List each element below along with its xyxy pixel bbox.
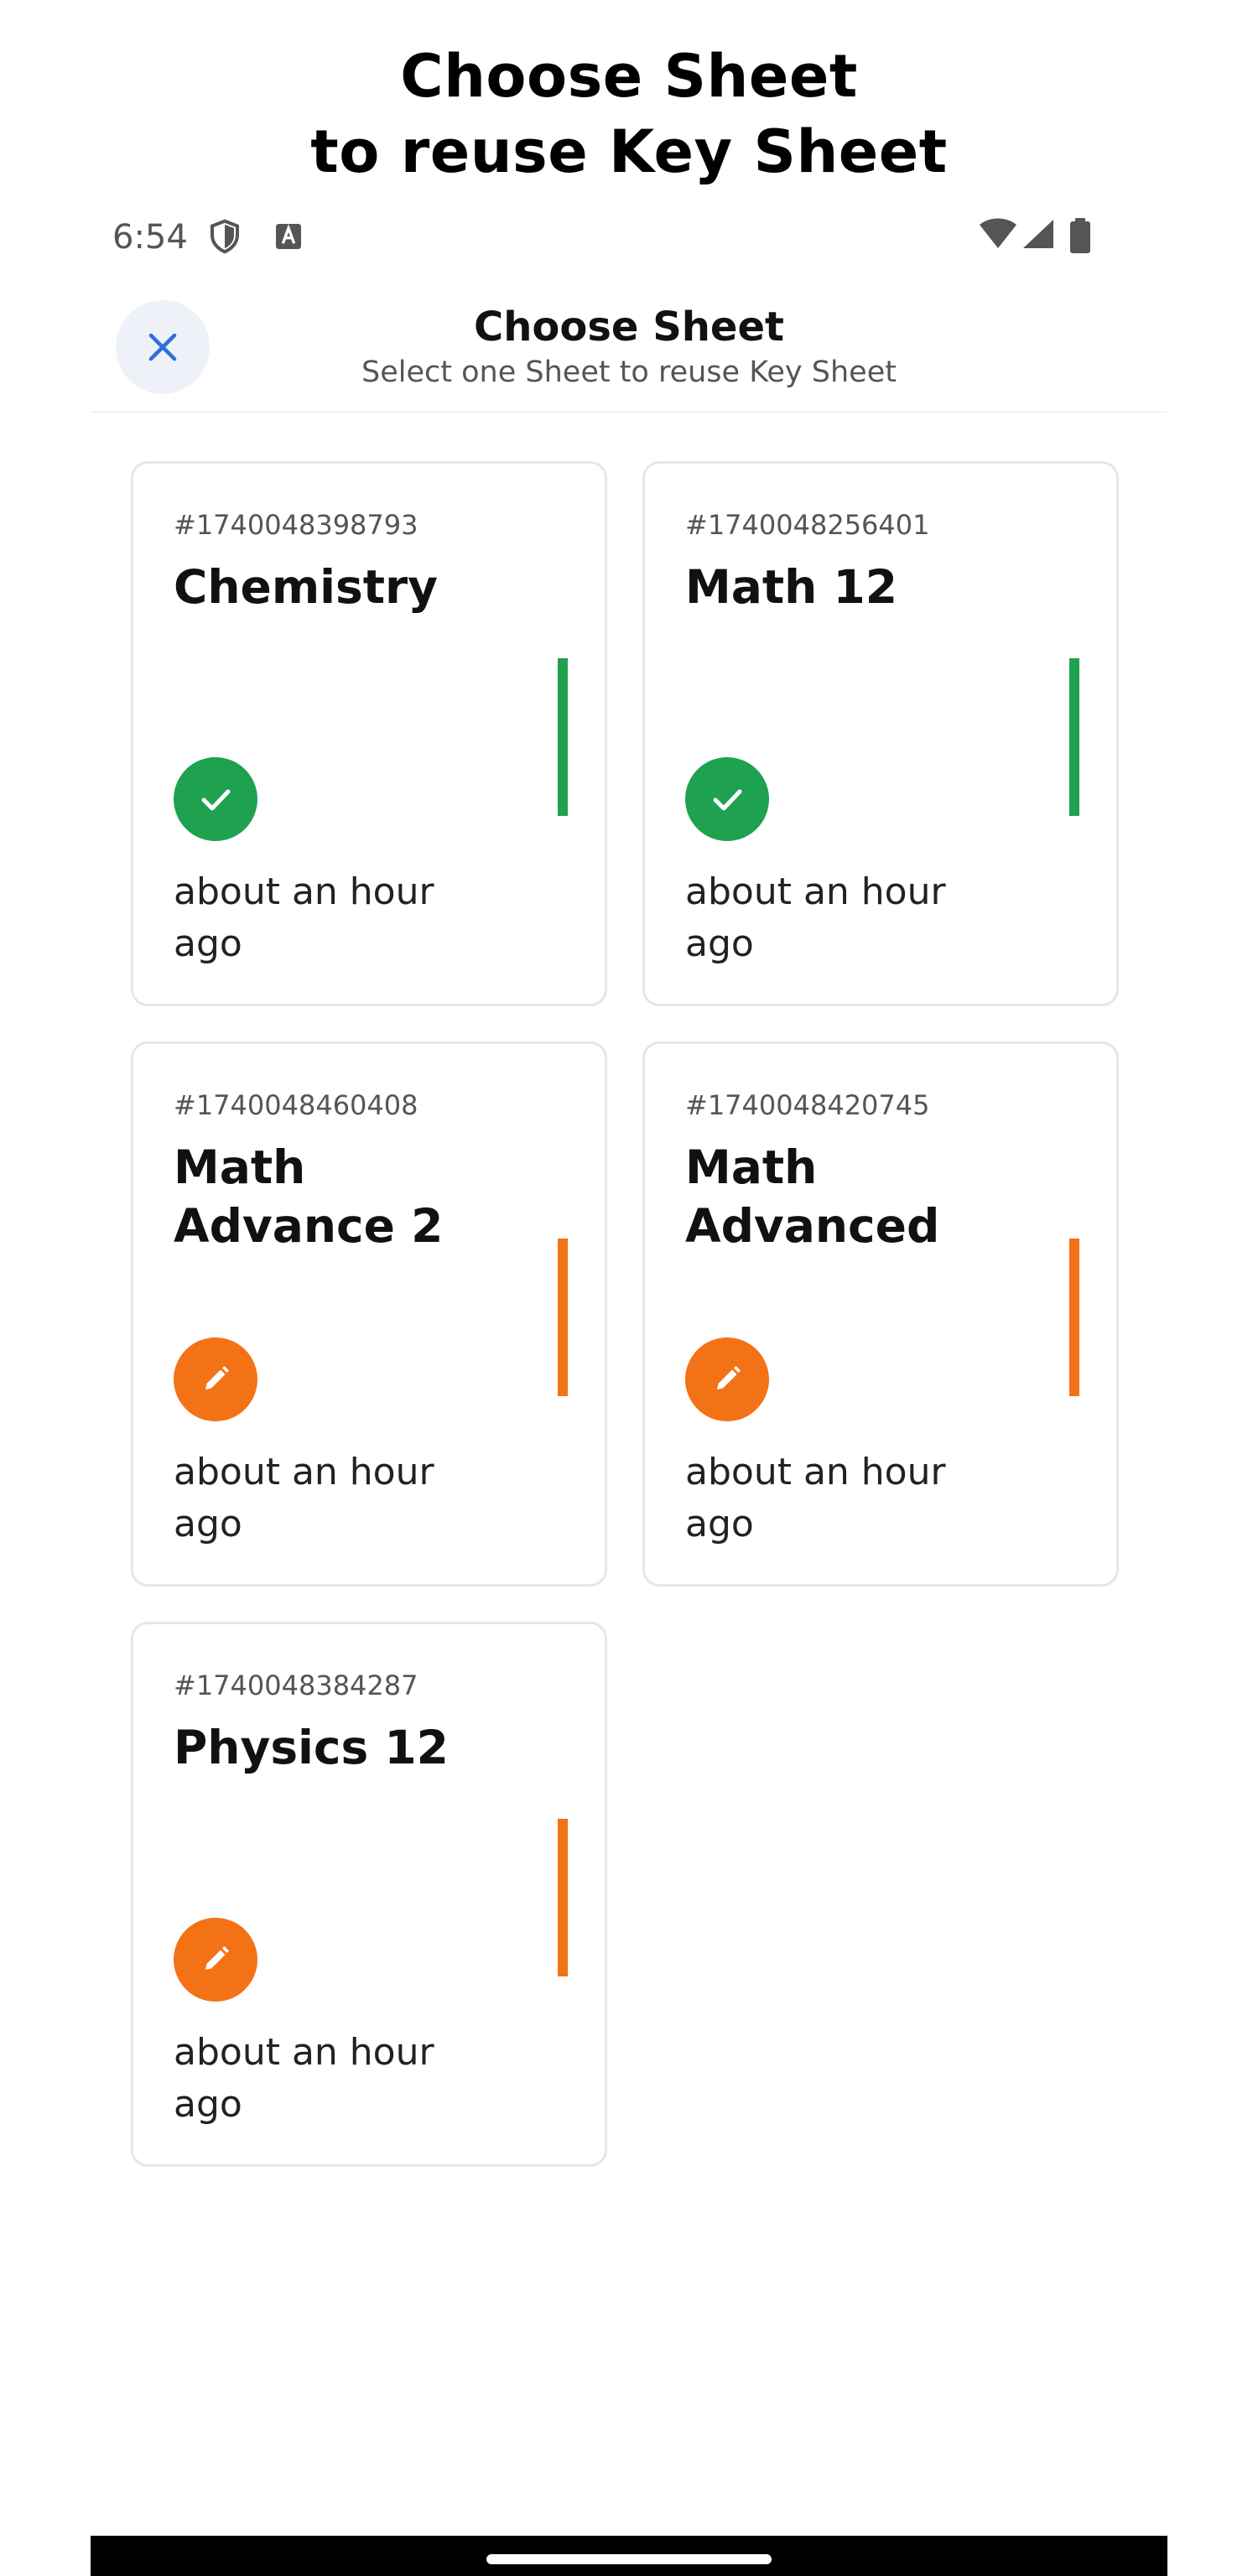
- navigation-bar: [91, 2536, 1167, 2576]
- sheet-title: Chemistry: [174, 560, 438, 614]
- caption-line-1: Choose Sheet: [400, 42, 858, 111]
- sheet-time: about an hour ago: [174, 2031, 434, 2126]
- sheet-id: #1740048256401: [685, 509, 930, 541]
- caption-line-2: to reuse Key Sheet: [310, 117, 948, 186]
- sheet-time: about an hour ago: [174, 1451, 434, 1545]
- sheet-title: Math Advanced: [685, 1140, 940, 1253]
- phone-screen: 6:54 Choose Sheet Select one Sheet to re…: [91, 193, 1167, 2576]
- status-bar-indicator: [1069, 658, 1079, 816]
- sheet-grid: #1740048398793 Chemistry about an hour a…: [91, 193, 1167, 2576]
- check-icon: [174, 757, 257, 841]
- status-bar-indicator: [558, 1239, 568, 1396]
- sheet-card[interactable]: #1740048460408 Math Advance 2 about an h…: [131, 1041, 607, 1587]
- sheet-time: about an hour ago: [685, 1451, 946, 1545]
- pencil-icon: [174, 1337, 257, 1421]
- sheet-card[interactable]: #1740048398793 Chemistry about an hour a…: [131, 461, 607, 1006]
- sheet-id: #1740048420745: [685, 1089, 930, 1121]
- sheet-id: #1740048398793: [174, 509, 418, 541]
- check-icon: [685, 757, 769, 841]
- sheet-card[interactable]: #1740048420745 Math Advanced about an ho…: [642, 1041, 1119, 1587]
- status-bar-indicator: [558, 1819, 568, 1976]
- sheet-time: about an hour ago: [174, 870, 434, 965]
- pencil-icon: [174, 1918, 257, 2002]
- sheet-card[interactable]: #1740048384287 Physics 12 about an hour …: [131, 1622, 607, 2167]
- sheet-id: #1740048460408: [174, 1089, 418, 1121]
- sheet-time: about an hour ago: [685, 870, 946, 965]
- sheet-card[interactable]: #1740048256401 Math 12 about an hour ago: [642, 461, 1119, 1006]
- page-caption: Choose Sheet to reuse Key Sheet: [0, 39, 1258, 190]
- pencil-icon: [685, 1337, 769, 1421]
- sheet-title: Math Advance 2: [174, 1140, 444, 1253]
- sheet-title: Physics 12: [174, 1721, 449, 1774]
- home-gesture-handle[interactable]: [486, 2554, 772, 2564]
- sheet-title: Math 12: [685, 560, 897, 614]
- status-bar-indicator: [558, 658, 568, 816]
- sheet-id: #1740048384287: [174, 1670, 418, 1701]
- status-bar-indicator: [1069, 1239, 1079, 1396]
